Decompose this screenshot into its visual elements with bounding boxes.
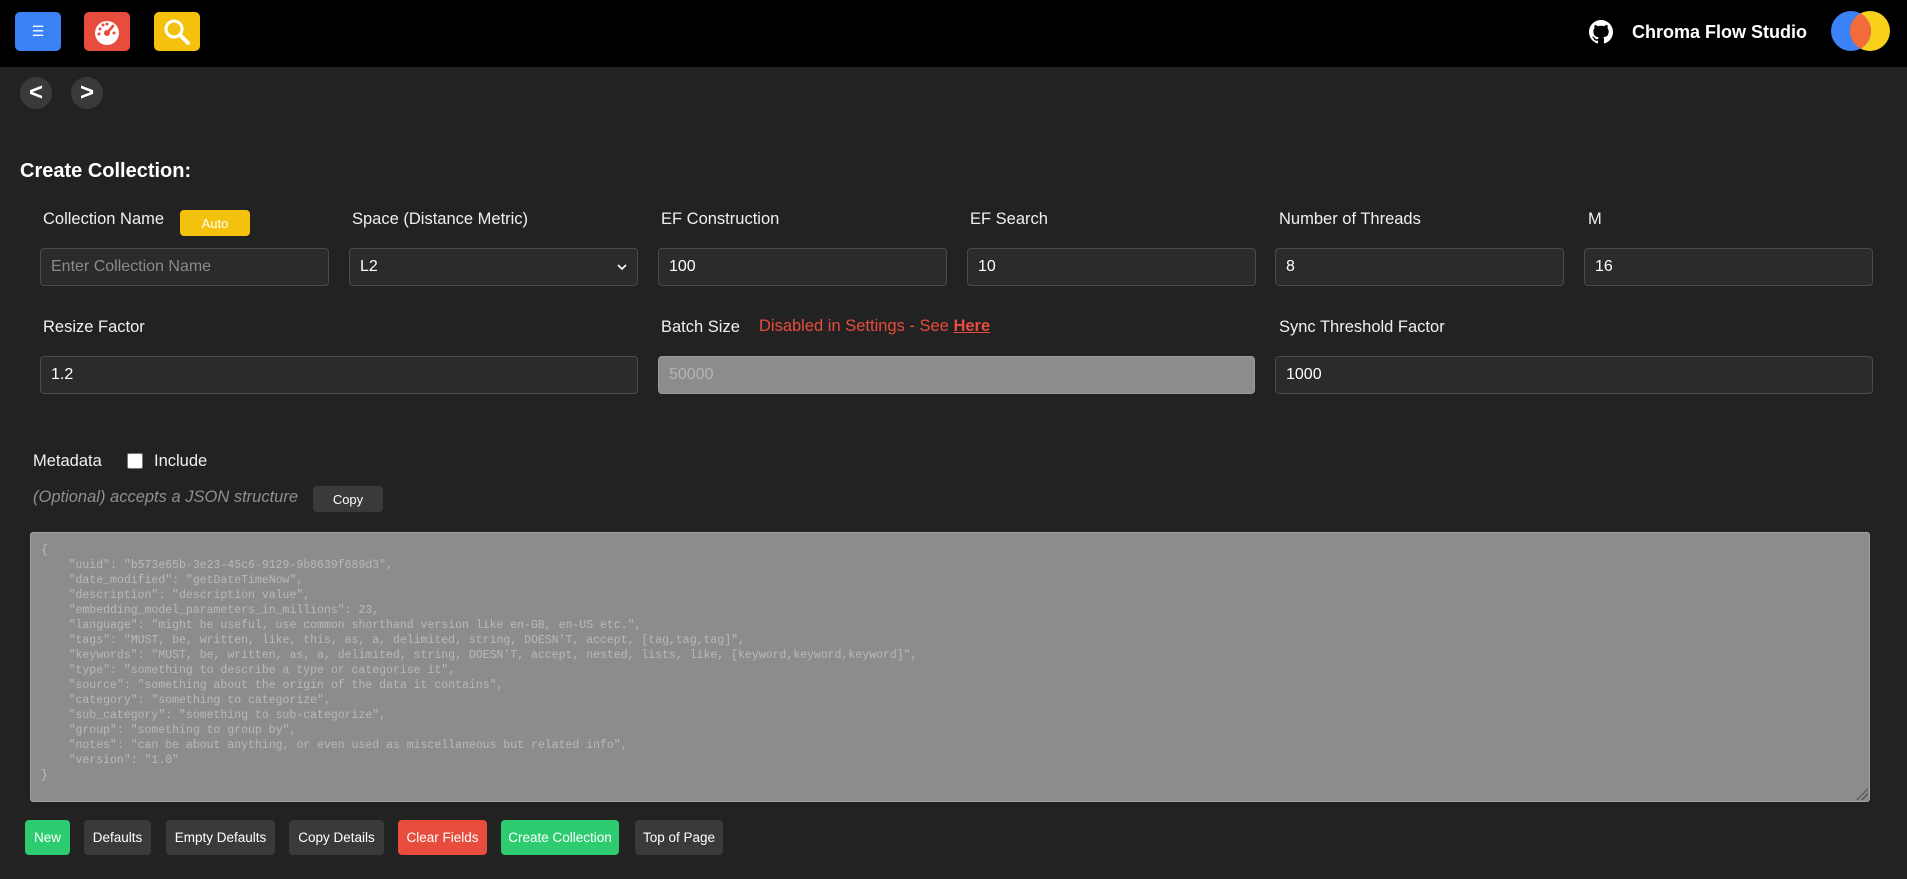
ef-search-input[interactable] bbox=[967, 248, 1256, 286]
sync-threshold-input[interactable] bbox=[1275, 356, 1873, 394]
menu-button[interactable]: ☰ bbox=[15, 12, 61, 51]
top-bar: ☰ Chroma Flow Studio bbox=[0, 0, 1907, 67]
copy-json-button[interactable]: Copy bbox=[313, 486, 383, 512]
sync-threshold-label: Sync Threshold Factor bbox=[1279, 318, 1445, 336]
magnifier-icon bbox=[164, 19, 190, 45]
ef-construction-input[interactable] bbox=[658, 248, 947, 286]
back-button[interactable]: < bbox=[20, 77, 52, 109]
collection-name-label: Collection Name bbox=[43, 210, 165, 228]
search-button[interactable] bbox=[154, 12, 200, 51]
speedometer-icon bbox=[95, 20, 119, 45]
back-label: < bbox=[28, 79, 43, 106]
textarea-resize-handle[interactable] bbox=[1856, 788, 1868, 800]
create-collection-button[interactable]: Create Collection bbox=[501, 820, 619, 855]
include-label: Include bbox=[154, 452, 208, 470]
collection-name-input[interactable] bbox=[40, 248, 329, 286]
ef-construction-label: EF Construction bbox=[661, 210, 780, 228]
auto-name-button[interactable]: Auto bbox=[180, 210, 250, 236]
github-icon[interactable] bbox=[1589, 20, 1613, 44]
space-select-value: L2 bbox=[360, 258, 378, 275]
metadata-label: Metadata bbox=[33, 452, 102, 470]
copy-details-button[interactable]: Copy Details bbox=[289, 820, 384, 855]
app-logo bbox=[1831, 11, 1890, 51]
batch-size-label: Batch Size bbox=[661, 318, 740, 336]
metadata-hint: (Optional) accepts a JSON structure bbox=[33, 488, 299, 506]
defaults-button[interactable]: Defaults bbox=[84, 820, 151, 855]
batch-size-disabled-message: Disabled in Settings - See Here bbox=[759, 317, 990, 336]
forward-label: > bbox=[79, 79, 94, 106]
top-of-page-button[interactable]: Top of Page bbox=[635, 820, 723, 855]
clear-fields-button[interactable]: Clear Fields bbox=[398, 820, 487, 855]
space-select[interactable]: L2 bbox=[349, 248, 638, 286]
num-threads-input[interactable] bbox=[1275, 248, 1564, 286]
new-button[interactable]: New bbox=[25, 820, 70, 855]
batch-size-input bbox=[658, 356, 1255, 394]
metadata-json-textarea[interactable]: { "uuid": "b573e65b-3e23-45c6-9129-9b863… bbox=[30, 532, 1870, 802]
dashboard-button[interactable] bbox=[84, 12, 130, 51]
disabled-text: Disabled in Settings - See bbox=[759, 317, 954, 335]
forward-button[interactable]: > bbox=[71, 77, 103, 109]
include-checkbox[interactable] bbox=[127, 453, 143, 469]
page-title: Create Collection: bbox=[20, 160, 192, 182]
m-input[interactable] bbox=[1584, 248, 1873, 286]
settings-link[interactable]: Here bbox=[953, 317, 990, 335]
space-label: Space (Distance Metric) bbox=[352, 210, 529, 228]
resize-factor-label: Resize Factor bbox=[43, 318, 145, 336]
num-threads-label: Number of Threads bbox=[1279, 210, 1421, 228]
ef-search-label: EF Search bbox=[970, 210, 1048, 228]
chevron-down-icon bbox=[617, 264, 627, 271]
empty-defaults-button[interactable]: Empty Defaults bbox=[166, 820, 275, 855]
hamburger-icon: ☰ bbox=[31, 23, 45, 39]
m-label: M bbox=[1588, 210, 1602, 228]
resize-factor-input[interactable] bbox=[40, 356, 638, 394]
app-title: Chroma Flow Studio bbox=[1632, 22, 1807, 42]
